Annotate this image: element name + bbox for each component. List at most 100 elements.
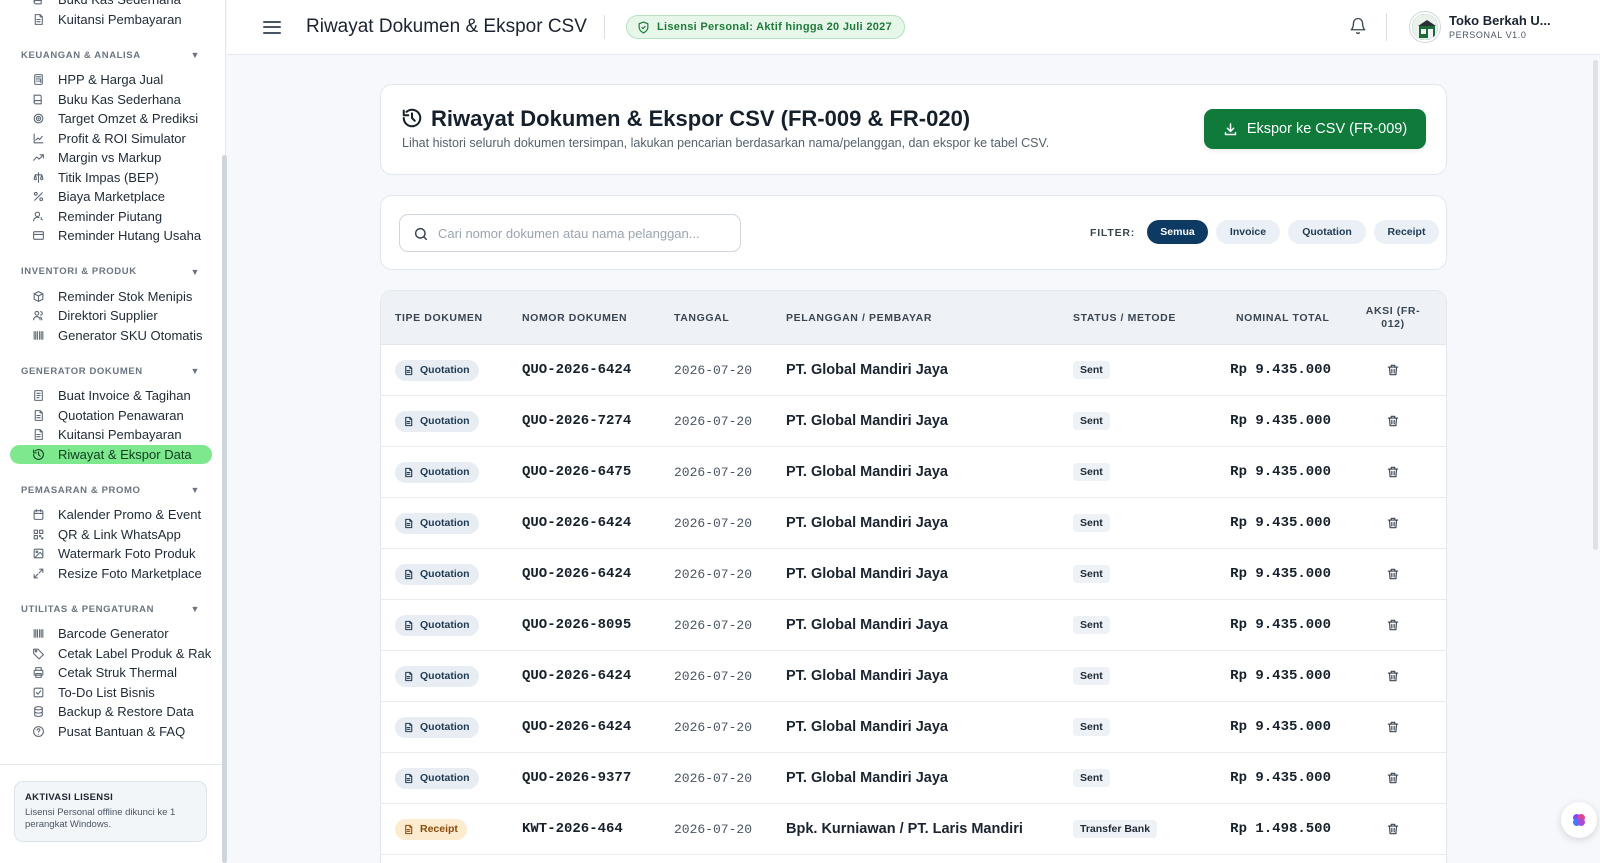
sidebar-item-qr-and-link-whatsapp[interactable]: QR & Link WhatsApp (10, 525, 212, 545)
table-row[interactable]: Receipt KWT-2026-464 2026-07-20 Bpk. Kurnia… (381, 804, 1446, 855)
delete-icon[interactable] (1378, 498, 1408, 548)
sidebar-scrollbar[interactable] (222, 155, 227, 863)
col-header-status[interactable]: STATUS / METODE (1073, 312, 1176, 324)
menu-toggle-icon[interactable] (263, 17, 281, 37)
search-box[interactable] (399, 214, 741, 252)
sidebar-item-to-do-list-bisnis[interactable]: To-Do List Bisnis (10, 683, 212, 703)
table-row[interactable]: Quotation QUO-2026-6424 2026-07-20 PT. Glob… (381, 498, 1446, 549)
col-header-date[interactable]: TANGGAL (674, 312, 729, 324)
bell-icon[interactable] (1349, 16, 1369, 38)
sidebar-item-kalender-promo-and-event[interactable]: Kalender Promo & Event (10, 505, 212, 525)
sidebar-item-label: To-Do List Bisnis (58, 684, 155, 700)
sidebar-item-buku-kas-sederhana[interactable]: Buku Kas Sederhana (10, 90, 212, 110)
assistant-brain-icon[interactable] (1561, 802, 1597, 838)
sidebar-item-margin-vs-markup[interactable]: Margin vs Markup (10, 148, 212, 168)
filter-chip-invoice[interactable]: Invoice (1216, 220, 1280, 244)
user-name[interactable]: Toko Berkah U... (1449, 13, 1551, 28)
cell-type: Quotation (395, 702, 479, 752)
sidebar-section-inventori-and-produk[interactable]: INVENTORI & PRODUK ▼ (21, 264, 200, 280)
search-input[interactable] (438, 215, 733, 251)
delete-icon[interactable] (1378, 702, 1408, 752)
sidebar-section-utilitas-and-pengaturan[interactable]: UTILITAS & PENGATURAN ▼ (21, 601, 200, 617)
sidebar-item-reminder-hutang-usaha[interactable]: Reminder Hutang Usaha (10, 226, 212, 246)
doc-type-label: Quotation (420, 364, 470, 376)
license-desc: Lisensi Personal offline dikunci ke 1 pe… (25, 807, 176, 830)
table-row[interactable]: Quotation QUO-2026-6424 2026-07-20 PT. Glob… (381, 702, 1446, 753)
export-csv-label: Ekspor ke CSV (FR-009) (1246, 121, 1408, 137)
header-title: Riwayat Dokumen & Ekspor CSV (306, 16, 587, 37)
barcode-icon (32, 627, 45, 640)
table-row[interactable]: Quotation QUO-2026-8095 2026-07-20 PT. Glob… (381, 600, 1446, 651)
sidebar-item-profit-and-roi-simulator[interactable]: Profit & ROI Simulator (10, 129, 212, 149)
doc-type-label: Quotation (420, 415, 470, 427)
delete-icon[interactable] (1378, 345, 1408, 395)
amount-total: Rp 1.498.500 (1230, 821, 1331, 837)
sidebar-item-resize-foto-marketplace[interactable]: Resize Foto Marketplace (10, 564, 212, 584)
table-row[interactable]: Quotation QUO-2026-9377 2026-07-20 PT. Glob… (381, 753, 1446, 804)
sidebar-item-label: Riwayat & Ekspor Data (58, 446, 192, 462)
sidebar-item-barcode-generator[interactable]: Barcode Generator (10, 624, 212, 644)
delete-icon[interactable] (1378, 753, 1408, 803)
sidebar-item-kuitansi-pembayaran[interactable]: Kuitansi Pembayaran (10, 425, 212, 445)
filter-chip-receipt[interactable]: Receipt (1374, 220, 1439, 244)
cell-status: Sent (1073, 702, 1110, 752)
doc-type-badge: Quotation (395, 716, 479, 738)
main-scrollbar[interactable] (1591, 55, 1600, 863)
avatar[interactable] (1410, 12, 1440, 42)
sidebar-item-riwayat-and-ekspor-data[interactable]: Riwayat & Ekspor Data (10, 444, 212, 464)
col-header-number[interactable]: NOMOR DOKUMEN (522, 312, 627, 324)
sidebar-item-buku-kas-sederhana[interactable]: Buku Kas Sederhana (10, 0, 212, 10)
sidebar-item-cetak-label-produk-and-rak[interactable]: Cetak Label Produk & Rak (10, 644, 212, 664)
table-row[interactable]: Quotation QUO-2026-6424 2026-07-20 PT. Glob… (381, 651, 1446, 702)
doc-date: 2026-07-20 (674, 413, 753, 429)
col-header-type[interactable]: TIPE DOKUMEN (395, 312, 483, 324)
delete-icon[interactable] (1378, 600, 1408, 650)
sidebar-item-kuitansi-pembayaran[interactable]: Kuitansi Pembayaran (10, 10, 212, 30)
table-row[interactable]: Quotation QUO-2026-6424 2026-07-20 PT. Glob… (381, 345, 1446, 396)
sidebar-item-buat-invoice-and-tagihan[interactable]: Buat Invoice & Tagihan (10, 386, 212, 406)
delete-icon[interactable] (1378, 549, 1408, 599)
sidebar-item-reminder-stok-menipis[interactable]: Reminder Stok Menipis (10, 287, 212, 307)
customer-name: PT. Global Mandiri Jaya (786, 566, 948, 582)
col-header-amount[interactable]: NOMINAL TOTAL (1236, 312, 1330, 324)
delete-icon[interactable] (1378, 804, 1408, 854)
status-badge: Sent (1073, 361, 1110, 379)
sidebar-item-label: Target Omzet & Prediksi (58, 111, 199, 127)
export-csv-button[interactable]: Ekspor ke CSV (FR-009) (1204, 109, 1426, 149)
delete-icon[interactable] (1378, 447, 1408, 497)
sidebar-item-generator-sku-otomatis[interactable]: Generator SKU Otomatis (10, 326, 212, 346)
cell-status: Sent (1073, 396, 1110, 446)
sidebar-item-reminder-piutang[interactable]: Reminder Piutang (10, 207, 212, 227)
delete-icon[interactable] (1378, 651, 1408, 701)
sidebar-section-pemasaran-and-promo[interactable]: PEMASARAN & PROMO ▼ (21, 482, 200, 498)
sidebar-item-titik-impas-bep[interactable]: Titik Impas (BEP) (10, 168, 212, 188)
table-header: TIPE DOKUMEN NOMOR DOKUMEN TANGGAL PELAN… (381, 291, 1446, 345)
sidebar-item-watermark-foto-produk[interactable]: Watermark Foto Produk (10, 544, 212, 564)
sidebar-item-quotation-penawaran[interactable]: Quotation Penawaran (10, 406, 212, 426)
col-header-customer[interactable]: PELANGGAN / PEMBAYAR (786, 312, 932, 324)
sidebar-section-generator-dokumen[interactable]: GENERATOR DOKUMEN ▼ (21, 363, 200, 379)
header-divider (604, 15, 605, 39)
table-row[interactable]: Quotation QUO-2026-6424 2026-07-20 PT. Glob… (381, 549, 1446, 600)
calendar-icon (32, 508, 45, 521)
sidebar-item-target-omzet-and-prediksi[interactable]: Target Omzet & Prediksi (10, 109, 212, 129)
sidebar-item-direktori-supplier[interactable]: Direktori Supplier (10, 306, 212, 326)
table-row[interactable]: Quotation QUO-2026-6475 2026-07-20 PT. Glob… (381, 447, 1446, 498)
sidebar-item-backup-and-restore-data[interactable]: Backup & Restore Data (10, 702, 212, 722)
file-text-icon (403, 569, 414, 580)
sidebar-section-keuangan-and-analisa[interactable]: KEUANGAN & ANALISA ▼ (21, 47, 200, 63)
sidebar-item-pusat-bantuan-and-faq[interactable]: Pusat Bantuan & FAQ (10, 722, 212, 742)
filter-chip-quotation[interactable]: Quotation (1288, 220, 1366, 244)
filter-chip-semua[interactable]: Semua (1147, 220, 1208, 244)
sidebar-item-cetak-struk-thermal[interactable]: Cetak Struk Thermal (10, 663, 212, 683)
table-row[interactable]: Quotation QUO-2026-7274 2026-07-20 PT. Glob… (381, 396, 1446, 447)
filter-card: FILTER: Semua Invoice Quotation Receipt (380, 195, 1447, 270)
cell-type: Quotation (395, 498, 479, 548)
sidebar-section-title: KEUANGAN & ANALISA (21, 49, 141, 61)
doc-type-badge: Quotation (395, 359, 479, 381)
sidebar-item-hpp-and-harga-jual[interactable]: HPP & Harga Jual (10, 70, 212, 90)
license-activation-box[interactable]: AKTIVASI LISENSI Lisensi Personal offlin… (14, 781, 207, 842)
sidebar-item-biaya-marketplace[interactable]: Biaya Marketplace (10, 187, 212, 207)
delete-icon[interactable] (1378, 396, 1408, 446)
cell-type: Quotation (395, 447, 479, 497)
